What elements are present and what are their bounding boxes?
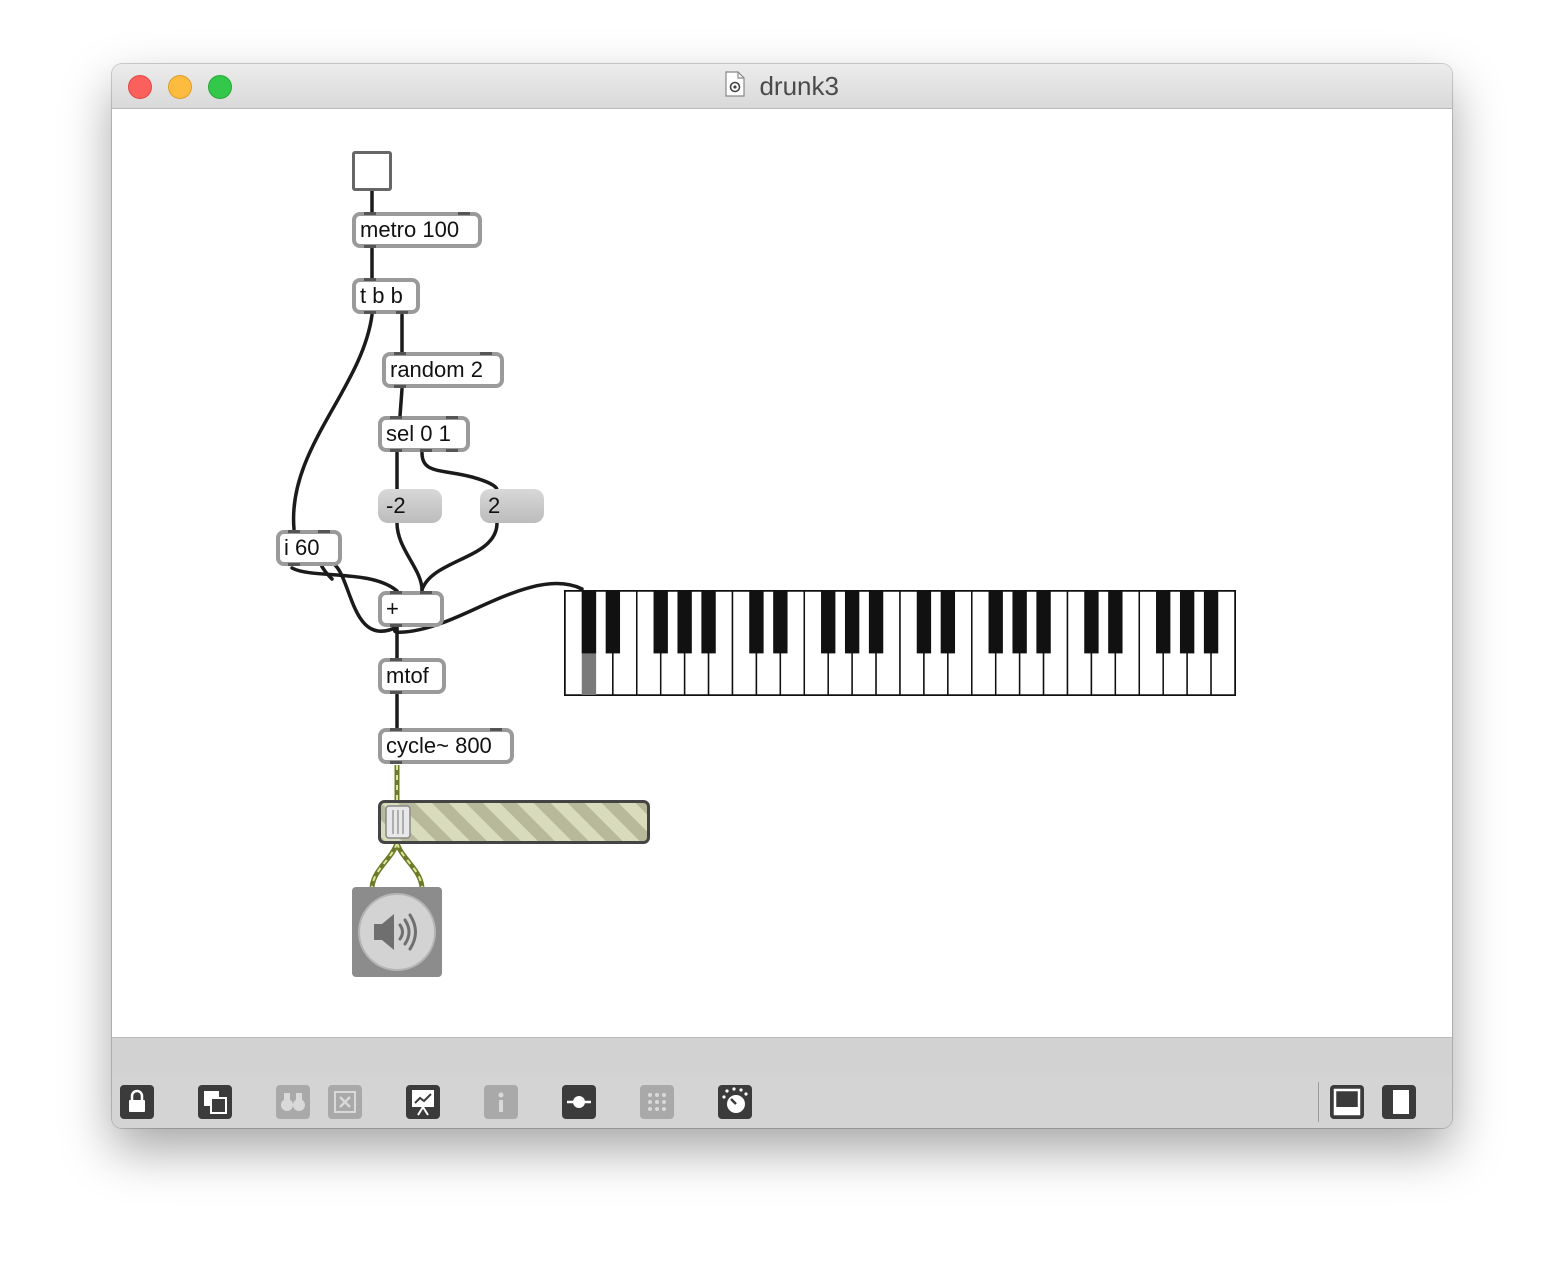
plus-label: + bbox=[386, 596, 399, 621]
patcher-canvas[interactable]: metro 100 t b b random 2 sel 0 1 -2 2 i … bbox=[112, 109, 1452, 1037]
toolbar-separator bbox=[1318, 1082, 1319, 1122]
cord-trigger-int bbox=[291, 313, 374, 531]
cord-pos-plus bbox=[420, 521, 499, 592]
binoculars-icon[interactable] bbox=[276, 1085, 310, 1119]
cord-neg-plus bbox=[395, 521, 424, 592]
slider-object-icon[interactable] bbox=[562, 1085, 596, 1119]
black-key-a-sharp[interactable] bbox=[701, 591, 716, 654]
black-key-c-sharp[interactable] bbox=[916, 591, 932, 654]
message-two-label: 2 bbox=[488, 493, 501, 518]
info-icon[interactable] bbox=[484, 1085, 518, 1119]
black-key-g-sharp[interactable] bbox=[1179, 591, 1195, 654]
bottom-toolbar bbox=[112, 1076, 1452, 1128]
black-key-g-sharp[interactable] bbox=[844, 591, 860, 654]
black-key-a-sharp[interactable] bbox=[868, 591, 884, 654]
patcher-window: drunk3 metro 100 t b b random 2 sel 0 1 … bbox=[112, 64, 1452, 1128]
sel-label: sel 0 1 bbox=[386, 421, 451, 446]
black-key-g-sharp[interactable] bbox=[677, 591, 692, 654]
toggle-object[interactable] bbox=[352, 151, 392, 191]
black-key-c-sharp[interactable] bbox=[749, 591, 764, 654]
presentation-mode-icon[interactable] bbox=[198, 1085, 232, 1119]
black-key-c-sharp[interactable] bbox=[581, 591, 597, 654]
black-key-f-sharp[interactable] bbox=[821, 591, 836, 654]
black-key-d-sharp[interactable] bbox=[773, 591, 788, 654]
patcher-document-icon bbox=[725, 71, 745, 97]
black-key-a-sharp[interactable] bbox=[1036, 591, 1051, 654]
cycle-label: cycle~ 800 bbox=[386, 733, 492, 758]
window-title: drunk3 bbox=[759, 71, 839, 101]
random-label: random 2 bbox=[390, 357, 483, 382]
gain-slider[interactable] bbox=[378, 800, 650, 844]
cycle-object[interactable]: cycle~ 800 bbox=[378, 728, 514, 764]
black-key-c-sharp[interactable] bbox=[1084, 591, 1099, 654]
random-object[interactable]: random 2 bbox=[382, 352, 504, 388]
message-two[interactable]: 2 bbox=[480, 489, 544, 523]
bottom-panel-icon[interactable] bbox=[1330, 1085, 1364, 1119]
plus-object[interactable]: + bbox=[378, 591, 444, 627]
black-key-a-sharp[interactable] bbox=[1203, 591, 1219, 654]
keyboard-slider[interactable] bbox=[564, 590, 1236, 696]
metro-label: metro 100 bbox=[360, 217, 460, 242]
black-key-d-sharp[interactable] bbox=[1108, 591, 1123, 654]
grid-icon[interactable] bbox=[640, 1085, 674, 1119]
message-neg-two[interactable]: -2 bbox=[378, 489, 442, 523]
title-bar[interactable]: drunk3 bbox=[112, 64, 1452, 109]
int-object[interactable]: i 60 bbox=[276, 530, 342, 566]
cord-random-sel bbox=[398, 387, 404, 418]
delete-icon[interactable] bbox=[328, 1085, 362, 1119]
black-key-f-sharp[interactable] bbox=[653, 591, 668, 654]
trigger-label: t b b bbox=[360, 283, 403, 308]
black-key-d-sharp[interactable] bbox=[605, 591, 621, 654]
lock-icon[interactable] bbox=[120, 1085, 154, 1119]
sel-object[interactable]: sel 0 1 bbox=[378, 416, 470, 452]
trigger-object[interactable]: t b b bbox=[352, 278, 420, 314]
black-key-f-sharp[interactable] bbox=[1156, 591, 1171, 654]
mtof-object[interactable]: mtof bbox=[378, 658, 446, 694]
cord-sel-pos bbox=[420, 451, 499, 492]
black-key-f-sharp[interactable] bbox=[988, 591, 1003, 654]
message-neg-two-label: -2 bbox=[386, 493, 406, 518]
dsp-icon[interactable] bbox=[718, 1085, 752, 1119]
window-title-group: drunk3 bbox=[112, 64, 1452, 108]
int-label: i 60 bbox=[284, 535, 320, 560]
signal-cord-gain-dac-left bbox=[369, 842, 400, 888]
present-icon[interactable] bbox=[406, 1085, 440, 1119]
signal-cord-gain-dac-right bbox=[394, 842, 425, 888]
side-panel-icon[interactable] bbox=[1382, 1085, 1416, 1119]
mtof-label: mtof bbox=[386, 663, 429, 688]
status-bar bbox=[112, 1037, 1452, 1077]
ezdac-object[interactable] bbox=[352, 887, 442, 977]
black-key-g-sharp[interactable] bbox=[1012, 591, 1027, 654]
patch-cords-layer bbox=[290, 187, 584, 888]
black-key-d-sharp[interactable] bbox=[940, 591, 956, 654]
metro-object[interactable]: metro 100 bbox=[352, 212, 482, 248]
